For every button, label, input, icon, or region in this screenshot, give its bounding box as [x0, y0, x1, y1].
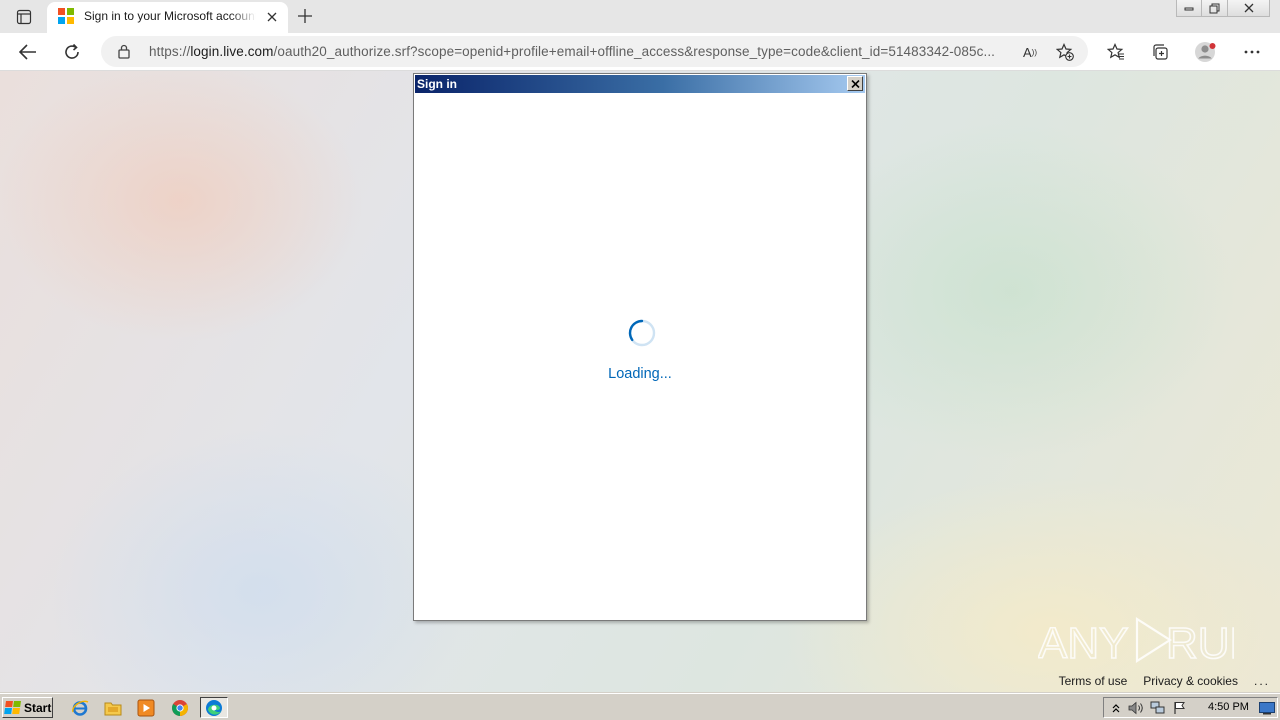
show-hidden-icons-icon[interactable] [1108, 701, 1124, 715]
file-explorer-icon[interactable] [99, 697, 127, 718]
privacy-link[interactable]: Privacy & cookies [1143, 674, 1238, 688]
edge-icon[interactable] [200, 697, 228, 718]
tab-title: Sign in to your Microsoft account [84, 9, 256, 23]
collections-icon[interactable] [1145, 37, 1175, 67]
dialog-title: Sign in [417, 77, 457, 91]
restore-icon[interactable] [1202, 0, 1228, 17]
footer-links: Terms of use Privacy & cookies ... [1059, 670, 1280, 692]
taskbar-clock[interactable]: 4:50 PM [1208, 701, 1249, 713]
terms-of-use-link[interactable]: Terms of use [1059, 674, 1128, 688]
read-aloud-icon[interactable]: A)) [1019, 41, 1041, 63]
url-text[interactable]: https://login.live.com/oauth20_authorize… [149, 44, 1009, 59]
internet-explorer-icon[interactable] [66, 697, 94, 718]
url-host: login.live.com [190, 44, 274, 59]
browser-tab[interactable]: Sign in to your Microsoft account [47, 2, 288, 33]
loading-text: Loading... [608, 366, 672, 382]
navigation-bar: https://login.live.com/oauth20_authorize… [0, 33, 1280, 71]
close-icon[interactable] [263, 8, 281, 26]
tab-actions-icon[interactable] [10, 7, 38, 27]
dialog-titlebar[interactable]: Sign in [415, 75, 865, 93]
favorites-icon[interactable] [1101, 37, 1131, 67]
back-icon[interactable] [13, 37, 43, 67]
window-close-icon[interactable] [1228, 0, 1270, 17]
watermark-text-right: RUN [1166, 619, 1234, 668]
profile-icon[interactable] [1191, 37, 1221, 67]
chrome-icon[interactable] [166, 697, 194, 718]
add-favorite-icon[interactable] [1054, 41, 1076, 63]
lock-icon[interactable] [117, 44, 131, 62]
system-tray: 4:50 PM [1103, 697, 1278, 718]
new-tab-icon[interactable] [294, 5, 316, 27]
media-player-icon[interactable] [132, 697, 160, 718]
show-desktop-icon[interactable] [1259, 701, 1275, 715]
url-path: /oauth20_authorize.srf?scope=openid+prof… [273, 44, 996, 59]
anyrun-watermark: ANY RUN [1038, 616, 1234, 669]
volume-icon[interactable] [1128, 701, 1144, 715]
dialog-close-icon[interactable] [847, 76, 863, 91]
sign-in-dialog: Sign in Loading... [413, 73, 867, 621]
page-content: Sign in Loading... ANY RUN Terms of use … [0, 71, 1280, 693]
refresh-icon[interactable] [57, 37, 87, 67]
loading-spinner-icon [628, 319, 656, 347]
taskbar: Start 4:50 PM [0, 693, 1280, 720]
minimize-icon[interactable] [1176, 0, 1202, 17]
action-center-flag-icon[interactable] [1172, 701, 1188, 715]
url-scheme: https:// [149, 44, 191, 59]
tab-strip: Sign in to your Microsoft account [0, 0, 1280, 33]
windows-logo-icon [4, 700, 22, 715]
network-icon[interactable] [1150, 701, 1166, 715]
footer-more-button[interactable]: ... [1254, 674, 1270, 688]
window-controls [1176, 0, 1270, 17]
start-label: Start [24, 700, 52, 715]
start-button[interactable]: Start [2, 697, 53, 718]
read-aloud-label: A [1023, 44, 1032, 60]
address-bar[interactable]: https://login.live.com/oauth20_authorize… [101, 36, 1088, 67]
more-icon[interactable] [1237, 37, 1267, 67]
watermark-text-left: ANY [1038, 619, 1128, 668]
microsoft-logo-icon [58, 8, 74, 24]
